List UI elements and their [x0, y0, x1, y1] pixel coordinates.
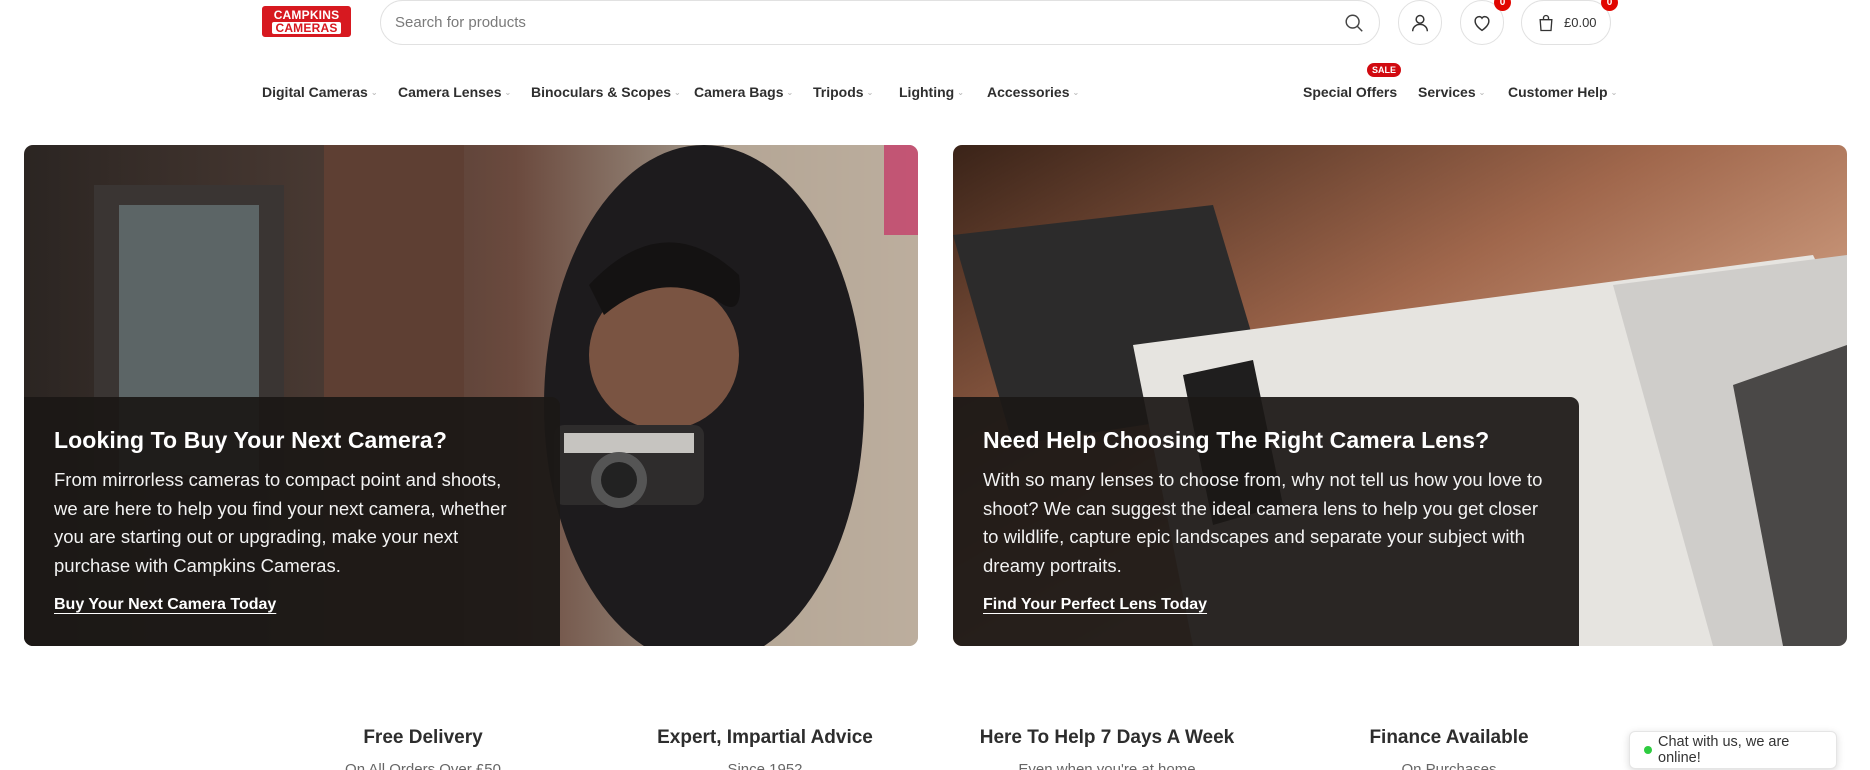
logo-line-1: CAMPKINS [273, 8, 340, 22]
chat-label: Chat with us, we are online! [1658, 734, 1790, 766]
nav-label: Lighting [899, 84, 955, 100]
feature-title: Here To Help 7 Days A Week [979, 727, 1235, 748]
search-bar[interactable] [380, 0, 1380, 45]
account-button[interactable] [1398, 0, 1442, 45]
nav-tripods[interactable]: Tripods ⌄ [813, 84, 873, 100]
feature-title: Free Delivery [363, 727, 483, 748]
logo-line-2: CAMERAS [272, 22, 341, 34]
chevron-down-icon: ⌄ [957, 88, 964, 97]
nav-label: Accessories [987, 84, 1070, 100]
feature-title: Finance Available [1369, 727, 1529, 748]
nav-label: Special Offers [1303, 84, 1398, 100]
nav-special-offers[interactable]: SALE Special Offers [1303, 63, 1402, 100]
buy-camera-link[interactable]: Buy Your Next Camera Today [54, 596, 276, 614]
nav-label: Customer Help [1508, 84, 1608, 100]
feature-free-delivery: Free Delivery On All Orders Over £50 [283, 727, 563, 770]
cart-total: £0.00 [1564, 15, 1597, 30]
nav-services[interactable]: Services ⌄ [1418, 84, 1485, 100]
heart-icon [1474, 15, 1490, 31]
chevron-down-icon: ⌄ [370, 88, 378, 97]
hero-body: From mirrorless cameras to compact point… [54, 469, 507, 576]
user-icon [1411, 14, 1429, 31]
sale-badge: SALE [1367, 63, 1402, 77]
hero-caption: Looking To Buy Your Next Camera? From mi… [24, 397, 560, 646]
shopping-bag-icon [1539, 14, 1553, 31]
chevron-down-icon: ⌄ [866, 88, 874, 97]
hero-title: Looking To Buy Your Next Camera? [54, 427, 447, 453]
wishlist-count-badge: 0 [1494, 0, 1511, 11]
feature-subtitle: Even when you're at home [1018, 761, 1196, 770]
nav-lighting[interactable]: Lighting ⌄ [899, 84, 964, 100]
main-nav: Digital Cameras ⌄ Camera Lenses ⌄ Binocula… [0, 63, 1870, 104]
nav-label: Digital Cameras [262, 84, 368, 100]
feature-help-7-days: Here To Help 7 Days A Week Even when you… [967, 727, 1247, 770]
wishlist-button[interactable]: 0 [1460, 0, 1511, 45]
online-status-icon [1644, 746, 1652, 754]
chevron-down-icon: ⌄ [786, 88, 794, 97]
nav-label: Services [1418, 84, 1476, 100]
hero-card-lens[interactable]: Need Help Choosing The Right Camera Lens… [953, 145, 1847, 646]
nav-digital-cameras[interactable]: Digital Cameras ⌄ [262, 84, 378, 100]
nav-camera-bags[interactable]: Camera Bags ⌄ [694, 84, 793, 100]
nav-label: Tripods [813, 84, 864, 100]
hero-caption: Need Help Choosing The Right Camera Lens… [953, 397, 1579, 646]
logo[interactable]: CAMPKINS CAMERAS [262, 6, 351, 37]
nav-label: Binoculars & Scopes [531, 84, 672, 100]
find-lens-link[interactable]: Find Your Perfect Lens Today [983, 596, 1207, 614]
cart-count-badge: 0 [1601, 0, 1618, 11]
feature-subtitle: On All Orders Over £50 [345, 761, 501, 770]
chevron-down-icon: ⌄ [504, 88, 512, 97]
chevron-down-icon: ⌄ [674, 88, 681, 97]
hero-title: Need Help Choosing The Right Camera Lens… [983, 427, 1490, 453]
nav-camera-lenses[interactable]: Camera Lenses ⌄ [398, 84, 511, 100]
hero-card-camera[interactable]: Looking To Buy Your Next Camera? From mi… [24, 145, 918, 646]
feature-subtitle: Since 1952 [727, 761, 803, 770]
cart-button[interactable]: £0.00 0 [1521, 0, 1618, 45]
feature-subtitle: On Purchases [1401, 761, 1497, 770]
search-input[interactable] [395, 14, 1343, 31]
nav-binoculars-scopes[interactable]: Binoculars & Scopes ⌄ [531, 84, 681, 100]
nav-accessories[interactable]: Accessories ⌄ [987, 84, 1079, 100]
live-chat-button[interactable]: Chat with us, we are online! [1629, 731, 1837, 769]
chevron-down-icon: ⌄ [1072, 88, 1080, 97]
chevron-down-icon: ⌄ [1478, 88, 1486, 97]
feature-finance: Finance Available On Purchases [1309, 727, 1589, 770]
search-icon[interactable] [1343, 12, 1365, 34]
hero-body: With so many lenses to choose from, why … [983, 469, 1543, 576]
nav-label: Camera Lenses [398, 84, 502, 100]
chevron-down-icon: ⌄ [1610, 88, 1618, 97]
nav-label: Camera Bags [694, 84, 784, 100]
feature-title: Expert, Impartial Advice [657, 727, 873, 748]
nav-customer-help[interactable]: Customer Help ⌄ [1508, 84, 1617, 100]
feature-expert-advice: Expert, Impartial Advice Since 1952 [625, 727, 905, 770]
